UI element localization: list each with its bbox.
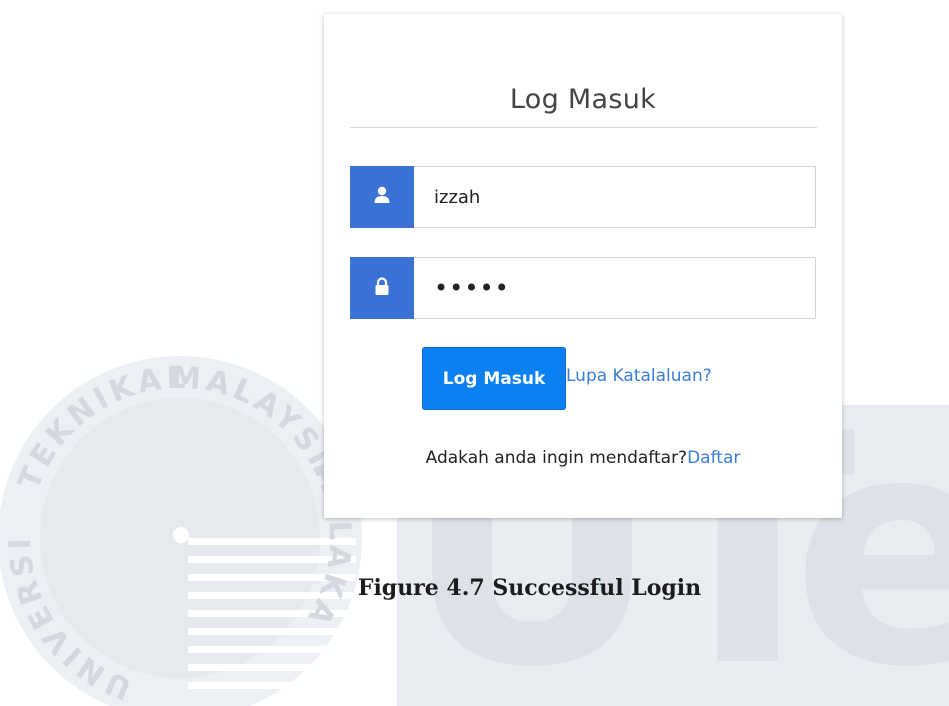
login-card: Log Masuk Log Masuk Lupa Katalaluan? [324,14,842,518]
figure-caption: Figure 4.7 Successful Login [357,575,702,601]
forgot-password-link[interactable]: Lupa Katalaluan? [566,366,712,386]
password-group [350,257,816,319]
login-title: Log Masuk [509,84,657,115]
username-addon [350,166,414,228]
register-link[interactable]: Daftar [687,448,740,468]
title-divider [350,127,817,128]
register-prompt: Adakah anda ingin mendaftar? [425,448,688,468]
username-group [350,166,816,228]
user-icon [373,186,391,208]
register-line: Adakah anda ingin mendaftar?Daftar [324,448,842,468]
password-input[interactable] [414,257,816,319]
password-addon [350,257,414,319]
login-button[interactable]: Log Masuk [422,347,566,410]
username-input[interactable] [414,166,816,228]
lock-icon [374,276,390,300]
